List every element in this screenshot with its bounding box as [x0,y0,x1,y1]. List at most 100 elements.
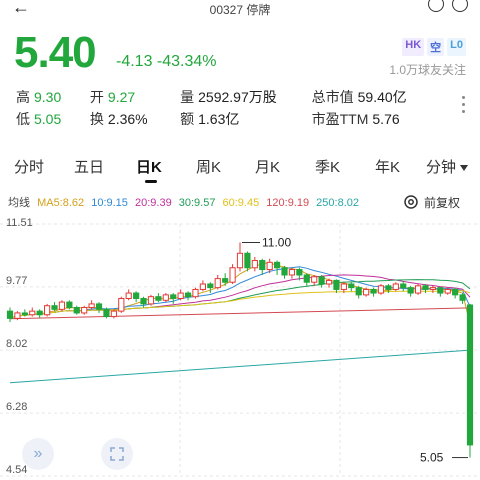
candle-body [6,310,14,319]
stat-pe-ttm: 市盈TTM 5.76 [311,111,400,127]
stat-high: 高 9.30 [16,89,62,105]
candle-body [288,269,296,276]
top-actions [428,0,468,12]
candle-body [385,285,392,290]
fullscreen-button[interactable] [101,438,133,470]
expand-button[interactable]: » [22,438,54,470]
ma250-value: 250:8.02 [316,197,359,209]
level-badge: L0 [447,38,466,56]
candle-body [110,310,117,318]
stat-market-cap: 总市值 59.40亿 [311,89,407,105]
candle-body [340,283,347,290]
candle-body [414,285,422,294]
tab-intraday[interactable]: 分时 [14,156,44,177]
candle-body [66,301,73,309]
tab-weekly-k[interactable]: 周K [196,156,221,177]
y-tick-label: 8.02 [6,338,27,350]
candle-body [170,294,177,299]
ma-label: 均线 [8,197,30,209]
ma250-line [9,349,471,384]
ma120-value: 120:9.19 [266,197,310,209]
tab-monthly-k[interactable]: 月K [255,156,280,177]
candle-body [162,294,169,301]
ma5-value: MA5:8.62 [37,197,85,209]
candle-body [266,261,273,271]
candle-body [325,279,333,285]
candle-body [466,304,474,446]
market-badges: HK 空 L0 [402,38,466,56]
tab-yearly-k[interactable]: 年K [375,156,400,177]
candle-body [244,252,251,269]
tab-five-day[interactable]: 五日 [74,156,104,177]
followers-count[interactable]: 1.0万球友关注 [389,61,466,78]
candle-body [222,278,229,283]
candle-body [333,279,340,290]
candle-body [251,260,258,269]
ma30-value: 30:9.57 [178,197,216,209]
stats-grid: 高 9.30 开 9.27 量 2592.97万股 总市值 59.40亿 低 5.05 换… [16,86,446,130]
candle-body [259,260,266,271]
stats-row: 低 5.05 换 2.36% 额 1.63亿 市盈TTM 5.76 [16,108,446,130]
candle-body [407,287,414,294]
candle-body [21,312,28,316]
candle-body [429,287,437,290]
candle-body [103,308,110,318]
candle-body [444,288,451,294]
candle-body [392,283,399,290]
candle-body [81,307,88,314]
candle-body [177,292,184,299]
candle-body [229,267,236,283]
candle-body [155,296,162,301]
active-tab-indicator [145,180,157,183]
candle-body [51,305,58,310]
price-change: -4.13 -43.34% [116,53,217,70]
candle-body [133,292,140,299]
stats-row: 高 9.30 开 9.27 量 2592.97万股 总市值 59.40亿 [16,86,446,108]
stat-open: 开 9.27 [89,89,136,105]
y-tick-label: 11.51 [6,217,33,229]
stat-volume: 量 2592.97万股 [180,89,277,105]
current-price: 5.40 [14,28,97,77]
tab-minute[interactable]: 分钟 [426,156,469,177]
ma20-value: 20:9.39 [134,197,172,209]
candle-body [199,283,207,290]
y-tick-label: 9.77 [6,275,27,287]
candle-body [437,287,444,294]
gear-icon[interactable] [403,194,419,210]
candle-body [95,303,103,310]
search-icon[interactable] [428,0,444,12]
candle-body [184,292,192,298]
candle-body [147,296,155,305]
candle-body [274,261,281,269]
ma60-value: 60:9.45 [222,197,260,209]
stock-title: 00327 停牌 [209,3,271,17]
candle-body [73,307,80,314]
ma60-line [9,290,471,319]
candle-body [370,288,377,294]
high-label: 11.00 [262,235,291,249]
candle-body [140,297,147,305]
candle-body [207,283,214,289]
tab-daily-k[interactable]: 日K [136,156,162,177]
tab-quarterly-k[interactable]: 季K [315,156,340,177]
candle-body [36,310,43,316]
candle-body [355,287,362,296]
chart-canvas[interactable]: 11.51 9.77 8.02 6.28 4.54 11.00 5.05 [0,214,480,480]
candle-body [452,288,459,296]
short-badge[interactable]: 空 [427,38,445,56]
candle-body [14,312,21,319]
candle-body [400,283,407,289]
candle-body [311,276,318,283]
candlestick-chart[interactable]: 11.51 9.77 8.02 6.28 4.54 11.00 5.05 [0,214,480,480]
candle-body [214,278,221,289]
candle-body [422,285,429,290]
low-label: 5.05 [420,451,444,465]
candle-body [296,269,303,276]
share-icon[interactable] [452,0,468,12]
stat-turnover-rate: 换 2.36% [89,111,148,127]
candle-body [459,294,466,301]
more-icon[interactable] [462,96,466,113]
candle-body [192,288,199,298]
adjustment-selector[interactable]: 前复权 [424,194,460,211]
y-tick-label: 6.28 [6,401,27,413]
